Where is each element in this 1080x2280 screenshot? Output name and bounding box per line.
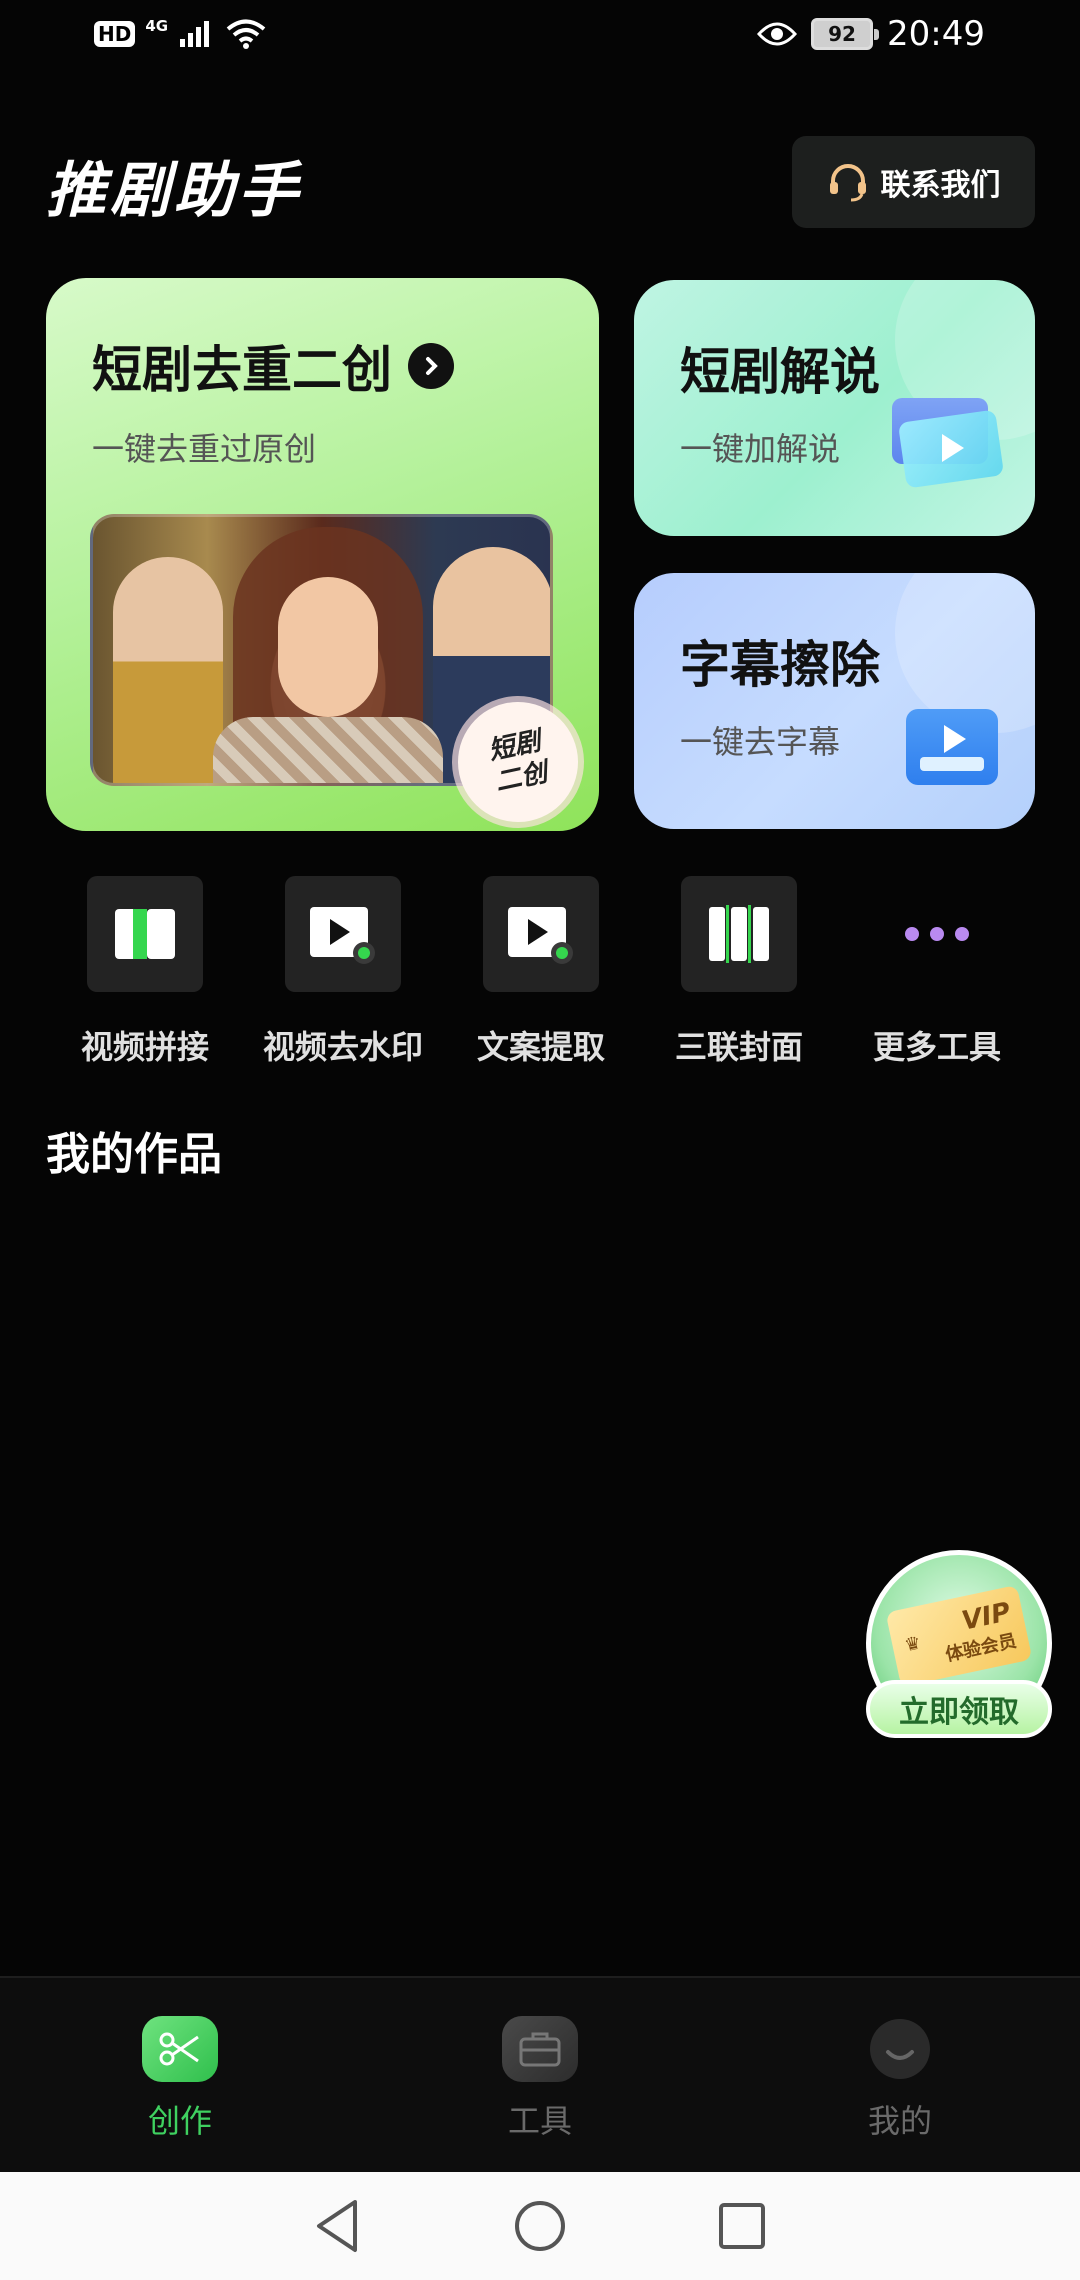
- tool-video-splice[interactable]: 视频拼接: [46, 876, 244, 1068]
- my-works-title: 我的作品: [46, 1129, 222, 1180]
- battery-indicator: 92: [811, 18, 880, 50]
- vip-promo-float[interactable]: ♛ VIP 体验会员 立即领取: [866, 1550, 1052, 1740]
- home-icon[interactable]: [513, 2199, 567, 2253]
- card-narration-title: 短剧解说: [680, 343, 880, 401]
- tool-text-extract[interactable]: 文案提取: [442, 876, 640, 1068]
- wifi-icon: [226, 19, 266, 49]
- triple-cover-icon: [681, 876, 797, 992]
- card-narration-subtitle: 一键加解说: [680, 430, 841, 468]
- signal-icon: [180, 21, 210, 47]
- tool-label: 视频拼接: [80, 1028, 209, 1066]
- card-drama-remix[interactable]: 短剧去重二创 一键去重过原创 短剧 二创: [46, 278, 599, 831]
- card-drama-remix-subtitle: 一键去重过原创: [92, 430, 317, 468]
- card-subtitle-erase[interactable]: 字幕擦除 一键去字幕: [634, 573, 1035, 829]
- hd-indicator: HD: [94, 21, 136, 47]
- network-type: 4G: [145, 17, 169, 35]
- tool-label: 更多工具: [872, 1028, 1001, 1066]
- nav-tab-create[interactable]: 创作: [0, 1978, 360, 2172]
- poster-figure-center-shirt: [213, 717, 443, 783]
- nav-tab-mine[interactable]: 我的: [720, 1978, 1080, 2172]
- text-extract-icon: [483, 876, 599, 992]
- tool-label: 文案提取: [476, 1028, 605, 1066]
- eye-icon: [757, 22, 798, 46]
- chevron-right-icon: [408, 343, 454, 389]
- status-time: 20:49: [887, 14, 985, 54]
- poster-figure-left: [113, 557, 223, 783]
- system-navigation-bar: [0, 2172, 1080, 2280]
- profile-icon: [862, 2016, 938, 2082]
- card-drama-remix-title-row: 短剧去重二创: [92, 330, 454, 402]
- status-left: HD 4G: [94, 18, 266, 50]
- recents-icon[interactable]: [717, 2201, 767, 2251]
- card-drama-remix-title: 短剧去重二创: [92, 341, 392, 399]
- nav-label: 我的: [867, 2102, 932, 2140]
- tool-triple-cover[interactable]: 三联封面: [640, 876, 838, 1068]
- vip-claim-button[interactable]: 立即领取: [866, 1680, 1052, 1738]
- contact-us-label: 联系我们: [880, 168, 1001, 203]
- card-subtitle-erase-subtitle: 一键去字幕: [680, 723, 841, 761]
- vip-ticket-subtitle: 体验会员: [943, 1630, 1019, 1666]
- tool-watermark-remove[interactable]: 视频去水印: [244, 876, 442, 1068]
- scissors-icon: [142, 2016, 218, 2082]
- nav-label: 创作: [147, 2102, 212, 2140]
- tool-more[interactable]: 更多工具: [838, 876, 1036, 1068]
- app-title: 推剧助手: [46, 156, 302, 226]
- nav-label: 工具: [507, 2102, 572, 2140]
- back-icon[interactable]: [313, 2198, 363, 2254]
- video-cards-icon: [892, 398, 1005, 489]
- poster-figure-center-face: [278, 577, 378, 717]
- status-right: 92 20:49: [757, 14, 985, 54]
- more-dots-icon: [879, 876, 995, 992]
- tool-label: 三联封面: [674, 1028, 803, 1066]
- tool-row: 视频拼接 视频去水印 文案提取 三联封面 更多工具: [46, 876, 1036, 1068]
- card-drama-narration[interactable]: 短剧解说 一键加解说: [634, 280, 1035, 536]
- bottom-nav: 创作 工具 我的: [0, 1976, 1080, 2172]
- video-splice-icon: [87, 876, 203, 992]
- contact-us-button[interactable]: 联系我们: [792, 136, 1035, 228]
- card-subtitle-erase-title: 字幕擦除: [680, 636, 880, 694]
- toolbox-icon: [502, 2016, 578, 2082]
- nav-tab-tools[interactable]: 工具: [360, 1978, 720, 2172]
- tool-label: 视频去水印: [262, 1028, 423, 1066]
- watermark-remove-icon: [285, 876, 401, 992]
- status-bar: HD 4G 92 20:49: [0, 0, 1080, 72]
- headset-icon: [829, 164, 866, 202]
- subtitle-video-icon: [906, 709, 998, 785]
- crown-icon: ♛: [902, 1632, 923, 1657]
